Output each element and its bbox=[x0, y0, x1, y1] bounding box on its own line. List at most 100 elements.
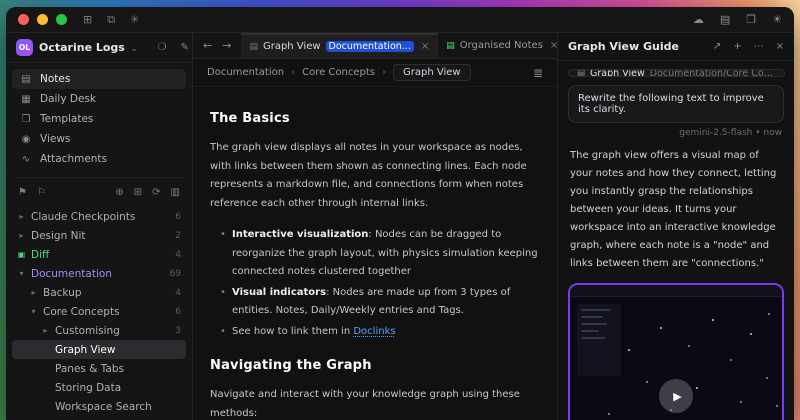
tree-item-claude-checkpoints[interactable]: ▸ Claude Checkpoints 6 bbox=[12, 207, 186, 226]
sidebar-item-views[interactable]: ◉ Views bbox=[12, 129, 186, 149]
tree-count: 6 bbox=[175, 212, 181, 222]
tree-label: Customising bbox=[55, 325, 170, 337]
views-icon: ◉ bbox=[20, 134, 32, 145]
back-icon[interactable]: ← bbox=[203, 39, 212, 52]
chevron-right-icon[interactable]: ▸ bbox=[41, 326, 50, 335]
sidebar-item-daily-desk[interactable]: ▦ Daily Desk bbox=[12, 89, 186, 109]
titlebar-right-icons: ☁ ▤ ❐ ☀ bbox=[693, 13, 782, 26]
video-mini-titlebar bbox=[570, 285, 782, 297]
tree-label: Storing Data bbox=[55, 382, 181, 394]
chevron-right-icon[interactable]: ▸ bbox=[17, 231, 26, 240]
bullet-lead: Interactive visualization bbox=[232, 229, 368, 240]
zoom-window-button[interactable] bbox=[56, 14, 67, 25]
file-tree: ▸ Claude Checkpoints 6 ▸ Design Nit 2 ▣ … bbox=[6, 204, 192, 420]
section-heading: The Basics bbox=[210, 107, 540, 131]
bullet-text: See how to link them in bbox=[232, 326, 353, 337]
note-title-field[interactable]: Graph View bbox=[393, 64, 471, 81]
tree-item-design-nit[interactable]: ▸ Design Nit 2 bbox=[12, 226, 186, 245]
sidebar-item-label: Notes bbox=[40, 73, 70, 85]
chevron-expanded-icon[interactable]: ▾ bbox=[17, 269, 26, 278]
pin-outline-icon[interactable]: ⚐ bbox=[37, 187, 46, 198]
tree-item-daily-desk[interactable]: ▸ Daily Desk 75 bbox=[12, 416, 186, 420]
cloud-sync-icon[interactable]: ☁ bbox=[693, 13, 704, 26]
sidebar-item-label: Templates bbox=[40, 113, 93, 125]
sidebar-item-label: Views bbox=[40, 133, 70, 145]
meta-separator: • bbox=[755, 128, 760, 138]
tab-title: Graph View bbox=[263, 41, 321, 52]
tree-item-workspace-search[interactable]: Workspace Search bbox=[12, 397, 186, 416]
workspace-logo: OL bbox=[16, 39, 33, 56]
refresh-icon[interactable]: ⟳ bbox=[152, 187, 160, 198]
windows-icon[interactable]: ❐ bbox=[746, 13, 756, 26]
pin-icon[interactable]: ⚑ bbox=[18, 187, 27, 198]
new-folder-icon[interactable]: ⊞ bbox=[134, 187, 142, 198]
tab-title-highlight: Documentation... bbox=[326, 41, 414, 52]
tab-organised-notes[interactable]: ▤ Organised Notes × bbox=[438, 33, 567, 58]
panels-icon[interactable]: ▥ bbox=[171, 187, 180, 198]
tree-item-backup[interactable]: ▸ Backup 4 bbox=[12, 283, 186, 302]
context-note-path: Documentation/Core Concepts bbox=[650, 69, 776, 77]
video-mini-sidebar bbox=[577, 304, 621, 376]
video-preview[interactable]: ▶ bbox=[568, 283, 784, 420]
compose-icon[interactable]: ✎ bbox=[181, 42, 189, 53]
tree-label: Backup bbox=[43, 287, 170, 299]
sidebar-item-attachments[interactable]: ∿ Attachments bbox=[12, 149, 186, 169]
more-icon[interactable]: ⋯ bbox=[754, 41, 764, 52]
calendar-icon: ▦ bbox=[20, 94, 32, 105]
chevron-right-icon[interactable]: ▸ bbox=[29, 288, 38, 297]
sidebar-item-notes[interactable]: ▤ Notes bbox=[12, 69, 186, 89]
tree-item-diff[interactable]: ▣ Diff 4 bbox=[12, 245, 186, 264]
new-chat-icon[interactable]: + bbox=[733, 41, 741, 52]
sidebar-item-templates[interactable]: ❒ Templates bbox=[12, 109, 186, 129]
tree-count: 69 bbox=[170, 269, 181, 279]
sidebar-item-label: Daily Desk bbox=[40, 93, 96, 105]
grid-icon[interactable]: ⊞ bbox=[83, 13, 92, 27]
close-panel-icon[interactable]: × bbox=[776, 41, 784, 52]
tree-item-storing-data[interactable]: Storing Data bbox=[12, 378, 186, 397]
tree-label: Graph View bbox=[55, 344, 181, 356]
tab-graph-view[interactable]: ▤ Graph View Documentation... × bbox=[241, 33, 438, 58]
share-icon[interactable]: ↗ bbox=[713, 41, 721, 52]
tree-label: Diff bbox=[31, 249, 170, 261]
tree-item-documentation[interactable]: ▾ Documentation 69 bbox=[12, 264, 186, 283]
note-content[interactable]: The Basics The graph view displays all n… bbox=[193, 87, 557, 420]
tree-item-customising[interactable]: ▸ Customising 3 bbox=[12, 321, 186, 340]
bullet-item: Interactive visualization: Nodes can be … bbox=[218, 226, 540, 282]
breadcrumb-separator: › bbox=[291, 67, 295, 78]
forward-icon[interactable]: → bbox=[222, 39, 231, 52]
document-icon: ▤ bbox=[249, 42, 258, 52]
tray-icon[interactable]: ▤ bbox=[720, 13, 730, 26]
tree-item-core-concepts[interactable]: ▾ Core Concepts 6 bbox=[12, 302, 186, 321]
section-heading: Navigating the Graph bbox=[210, 354, 540, 378]
close-tab-icon[interactable]: × bbox=[421, 41, 429, 52]
templates-icon: ❒ bbox=[20, 114, 32, 125]
user-prompt-bubble: Rewrite the following text to improve it… bbox=[568, 85, 784, 123]
outline-icon[interactable]: ≣ bbox=[533, 66, 543, 80]
spark-icon[interactable]: ✳ bbox=[130, 13, 139, 27]
tree-label: Claude Checkpoints bbox=[31, 211, 170, 223]
file-tree-toolbar: ⚑ ⚐ ⊕ ⊞ ⟳ ▥ bbox=[6, 180, 192, 204]
tree-label: Panes & Tabs bbox=[55, 363, 181, 375]
play-icon: ▶ bbox=[673, 390, 681, 403]
tab-bar: ← → ▤ Graph View Documentation... × ▤ Or… bbox=[193, 33, 557, 59]
brightness-icon[interactable]: ☀ bbox=[772, 13, 782, 26]
minimize-window-button[interactable] bbox=[37, 14, 48, 25]
doclinks-link[interactable]: Doclinks bbox=[353, 326, 395, 337]
breadcrumb-item-core-concepts[interactable]: Core Concepts bbox=[302, 67, 375, 78]
close-window-button[interactable] bbox=[18, 14, 29, 25]
chevron-right-icon[interactable]: ▸ bbox=[17, 212, 26, 221]
tree-label: Design Nit bbox=[31, 230, 170, 242]
titlebar-left-icons: ⊞ ⧉ ✳ bbox=[83, 13, 139, 27]
context-chip[interactable]: ▤ Graph View Documentation/Core Concepts bbox=[568, 69, 785, 77]
tree-item-graph-view[interactable]: Graph View bbox=[12, 340, 186, 359]
tree-item-panes-tabs[interactable]: Panes & Tabs bbox=[12, 359, 186, 378]
chat-icon[interactable]: ❍ bbox=[158, 42, 167, 53]
play-button[interactable]: ▶ bbox=[659, 379, 693, 413]
sidebar-nav: ▤ Notes ▦ Daily Desk ❒ Templates ◉ Views bbox=[6, 63, 192, 175]
new-file-icon[interactable]: ⊕ bbox=[115, 187, 123, 198]
tree-label: Core Concepts bbox=[43, 306, 170, 318]
workspace-selector[interactable]: OL Octarine Logs ⌄ ❍ ✎ bbox=[6, 33, 192, 63]
chevron-expanded-icon[interactable]: ▾ bbox=[29, 307, 38, 316]
breadcrumb-item-documentation[interactable]: Documentation bbox=[207, 67, 284, 78]
stack-icon[interactable]: ⧉ bbox=[107, 13, 115, 27]
